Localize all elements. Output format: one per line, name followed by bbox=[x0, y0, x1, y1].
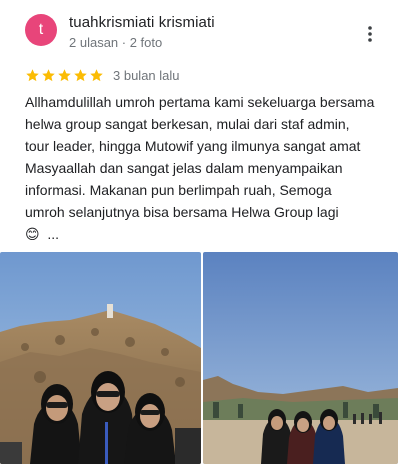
star-rating bbox=[25, 68, 104, 83]
reviewer-name[interactable]: tuahkrismiati krismiati bbox=[69, 14, 215, 31]
star-icon bbox=[42, 68, 55, 81]
reviewer-avatar[interactable]: t bbox=[25, 14, 57, 46]
review-time: 3 bulan lalu bbox=[113, 67, 180, 83]
more-vert-icon[interactable] bbox=[356, 22, 384, 46]
rating-row: 3 bulan lalu bbox=[25, 66, 180, 84]
review-body: Allhamdulillah umroh pertama kami sekelu… bbox=[25, 94, 375, 242]
star-icon bbox=[74, 68, 87, 81]
review-text: Allhamdulillah umroh pertama kami sekelu… bbox=[25, 91, 375, 245]
star-icon bbox=[90, 68, 103, 81]
avatar-initial: t bbox=[38, 21, 44, 38]
star-icon bbox=[26, 68, 39, 81]
star-icon bbox=[58, 68, 71, 81]
review-photo-2[interactable] bbox=[203, 252, 398, 464]
more-button[interactable]: ... bbox=[47, 226, 59, 242]
reviewer-meta: 2 ulasan · 2 foto bbox=[69, 35, 163, 50]
review-photo-1[interactable] bbox=[0, 252, 201, 464]
